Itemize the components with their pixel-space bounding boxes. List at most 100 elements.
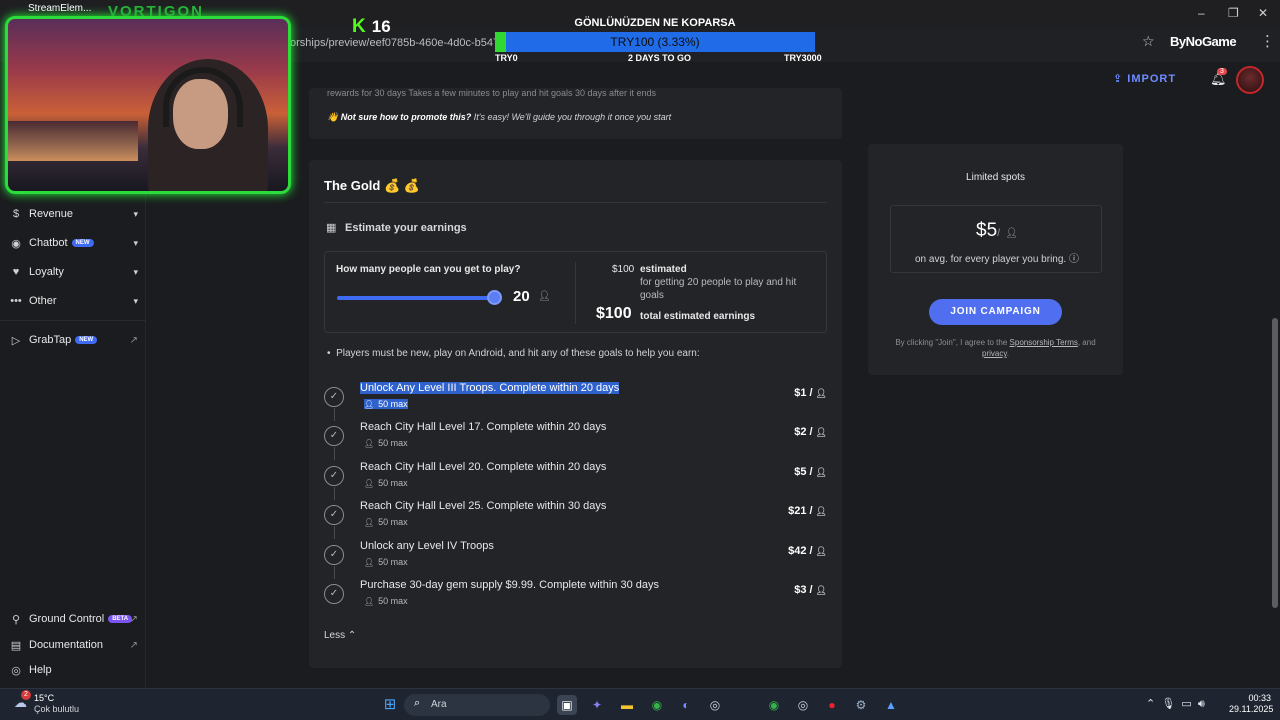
person-icon: 👤︎ [364,400,375,409]
goal-max: 👤︎ 50 max [364,517,408,527]
sidebar-item-other[interactable]: ••• Other ▾ [8,291,140,311]
dots-icon: ••• [10,295,22,307]
steam-alt-icon[interactable]: ◎ [793,695,813,715]
person-icon: 👤︎ [815,466,827,477]
settings-gear-icon[interactable]: ⚙ [851,695,871,715]
person-icon: 👤︎ [815,427,827,438]
estimator-question: How many people can you get to play? [336,264,521,275]
info-icon[interactable]: ⓘ [1069,254,1079,265]
clock-time: 00:33 [1248,693,1271,703]
sidebar-item-grabtap[interactable]: ▷ GrabTap NEW ↗ [8,330,140,350]
sidebar-item-label: Revenue [29,208,74,220]
sidebar-item-revenue[interactable]: $ Revenue ▾ [8,204,140,224]
bynogame-extension-logo[interactable]: ByNoGame [1170,34,1237,49]
estimated-amount: $100 [612,264,635,275]
avatar[interactable] [1236,66,1264,94]
less-toggle-button[interactable]: Less ⌃ [324,630,356,641]
system-clock[interactable]: 00:33 29.11.2025 [1229,693,1274,715]
chatbot-icon: ◉ [11,237,21,250]
goal-max-text: 50 max [378,399,408,409]
webcam-overlay [5,16,291,194]
sidebar-item-documentation[interactable]: ▤ Documentation ↗ [8,635,140,655]
windows-start-icon[interactable]: ⊞ [380,695,400,715]
kick-logo-icon: K [352,16,366,37]
teams-icon[interactable]: ✦ [587,695,607,715]
browser-menu-icon[interactable]: ⋮ [1260,32,1275,50]
scrollbar-thumb[interactable] [1272,318,1278,608]
goal-reward-amount: $2 / [794,426,813,439]
goal-reward: $1 /👤︎ [794,387,827,399]
goal-max-text: 50 max [378,438,408,449]
eligibility-rules: • Players must be new, play on Android, … [327,348,700,359]
donation-progress-text: TRY100 (3.33%) [610,35,700,49]
close-window-button[interactable]: ✕ [1258,6,1268,20]
sidebar-item-loyalty[interactable]: ♥ Loyalty ▾ [8,262,140,282]
person-icon: 👤︎ [364,557,375,567]
file-explorer-icon[interactable]: ▬ [617,695,637,715]
sidebar-divider [0,320,146,321]
sidebar-item-ground-control[interactable]: ⚲ Ground Control BETA ↗ [8,609,140,629]
bookmark-star-icon[interactable]: ☆ [1142,33,1155,50]
main-content: rewards for 30 days Takes a few minutes … [146,88,1269,688]
sponsorship-terms-link[interactable]: Sponsorship Terms [1010,338,1078,347]
discord-icon[interactable]: ◐ [676,695,696,715]
weather-description: Çok bulutlu [34,704,80,714]
goal-max-text: 50 max [378,477,408,488]
sidebar-item-chatbot[interactable]: ◉ Chatbot NEW ▾ [8,233,140,253]
overlay-tab-title: StreamElem... [28,3,92,14]
players-slider-handle[interactable] [487,290,502,305]
sidebar-item-label: Documentation [29,639,103,651]
check-icon: ✓ [324,465,344,486]
estimated-label: estimated [640,264,687,275]
goal-title: Reach City Hall Level 20. Complete withi… [360,460,607,473]
import-button[interactable]: ⇪ IMPORT [1113,72,1176,85]
donation-max-label: TRY3000 [784,53,822,63]
goal-reward: $42 /👤︎ [788,545,827,557]
promote-hint-bold: Not sure how to promote this? [340,112,472,122]
steam-icon[interactable]: ◎ [705,695,725,715]
system-tray[interactable]: ⌃ 🎙︎ ▭ 🔊︎ [1146,697,1205,711]
goal-max: 👤︎ 50 max [364,399,408,409]
photos-icon[interactable]: ▲ [881,695,901,715]
sidebar-item-label: Ground Control [29,613,105,625]
join-card: Limited spots $5/ 👤︎ on avg. for every p… [868,144,1123,375]
goal-row: ✓ Reach City Hall Level 25. Complete with… [324,500,827,540]
privacy-link[interactable]: privacy [982,349,1007,358]
donation-min-label: TRY0 [495,53,518,63]
timeline-connector [334,526,335,540]
players-slider-track[interactable] [337,296,493,300]
goal-reward-amount: $1 / [794,387,813,399]
minimize-button[interactable]: – [1198,6,1205,20]
page-scrollbar[interactable] [1270,98,1280,688]
price-suffix: / [997,228,1000,239]
join-campaign-button[interactable]: JOIN CAMPAIGN [929,299,1062,325]
chevron-down-icon: ▾ [133,237,138,248]
chrome-icon[interactable]: ◉ [647,695,667,715]
player-count: 20 [513,288,530,305]
maximize-button[interactable]: ❐ [1228,6,1239,20]
timeline-connector [334,486,335,500]
task-view-icon[interactable]: ▣ [557,695,577,715]
donation-title: GÖNLÜNÜZDEN NE KOPARSA [574,17,736,29]
windows-taskbar: ☁ 2 15°C Çok bulutlu ⊞ ⌕ Ara ▣ ✦ ▬ ◉ ◐ ◎… [0,688,1280,720]
donation-progress-bar: TRY100 (3.33%) [495,32,815,52]
beta-badge: BETA [108,615,133,623]
sidebar-item-help[interactable]: ◎ Help [8,660,140,680]
person-icon: 👤︎ [815,506,827,517]
terms-mid: , and [1077,338,1096,347]
sidebar-item-label: Other [29,295,57,307]
taskbar-search[interactable]: ⌕ Ara [404,694,550,716]
price-per-player: $5/ 👤︎ [891,220,1103,242]
check-icon: ✓ [324,426,344,447]
obs-icon[interactable]: ● [822,695,842,715]
chrome-profile-icon[interactable]: ◉ [764,695,784,715]
estimated-description: for getting 20 people to play and hit go… [640,277,797,301]
goal-reward: $21 /👤︎ [788,505,827,517]
help-icon: ◎ [11,664,21,677]
goal-title: Unlock Any Level III Troops. Complete wi… [360,382,620,394]
estimate-label: Estimate your earnings [345,222,467,234]
previous-section-card: rewards for 30 days Takes a few minutes … [309,88,842,139]
clock-date: 29.11.2025 [1229,704,1274,714]
goal-max-text: 50 max [378,556,408,567]
external-link-icon: ↗ [129,334,138,346]
